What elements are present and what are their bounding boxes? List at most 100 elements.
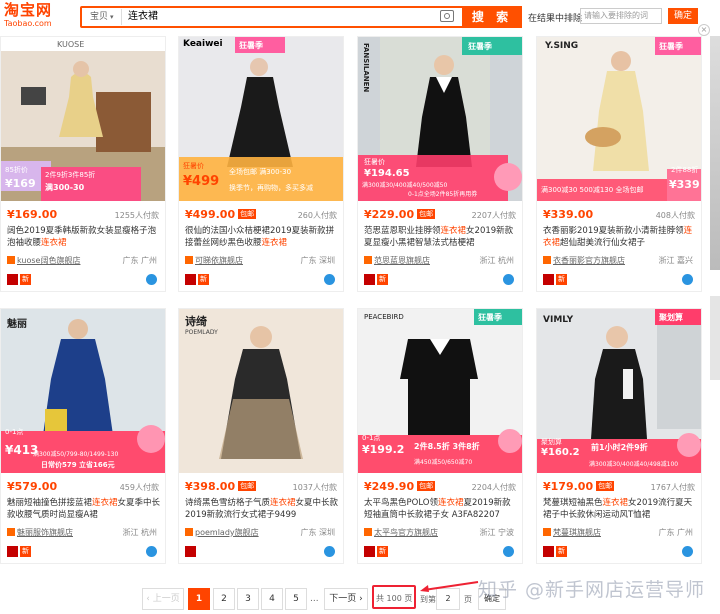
tmall-icon[interactable]	[185, 546, 196, 557]
exclude-confirm-button[interactable]: 确定	[668, 8, 698, 24]
new-icon[interactable]: 新	[377, 546, 388, 557]
product-image[interactable]: VIMLY 聚划算 聚划算 ¥160.2 前1小时2件9折 满300减30/40…	[537, 309, 701, 473]
product-title[interactable]: 太平鸟黑色POLO领连衣裙夏2019新款短袖直筒中长款裙子女 A3FA82207	[364, 497, 518, 521]
product-image[interactable]: KUOSE 85折价 2件9折3件85折 满300-30 ¥169	[1, 37, 165, 201]
new-icon[interactable]: 新	[20, 546, 31, 557]
wangwang-chat-icon[interactable]	[146, 546, 157, 557]
new-icon[interactable]: 新	[556, 274, 567, 285]
product-card[interactable]: Keaiwei 狂暑季 狂暑价 ¥499 全场包邮 满300-30 换季节，再购…	[178, 36, 344, 292]
page-button[interactable]: 2	[213, 588, 235, 610]
next-page-button[interactable]: 下一页 ›	[324, 588, 368, 610]
product-title[interactable]: 衣香丽影2019夏装新款小清新挂脖领连衣裙超仙甜美流行仙女裙子	[543, 225, 697, 249]
title-keyword: 连衣裙	[261, 238, 288, 248]
tmall-icon[interactable]	[185, 274, 196, 285]
search-button[interactable]: 搜 索	[462, 6, 522, 28]
wangwang-chat-icon[interactable]	[146, 274, 157, 285]
product-price: ¥249.90 包邮	[364, 480, 436, 493]
product-card[interactable]: VIMLY 聚划算 聚划算 ¥160.2 前1小时2件9折 满300减30/40…	[536, 308, 702, 564]
product-image[interactable]: FANSILANEN 狂暑季 狂暑价 ¥194.65 满300减30/400减4…	[358, 37, 522, 201]
title-text: 衣香丽影2019夏装新款小清新挂脖领	[543, 226, 684, 236]
product-title[interactable]: 范思蓝恩职业挂脖领连衣裙女2019新款夏显瘦小黑裙智慧法式桔梗裙	[364, 225, 518, 249]
title-text: 魅丽短袖撞色拼接蓝裙	[7, 498, 93, 508]
service-icons: 新	[185, 274, 211, 285]
promo-tag: 满300减30/400减40/498减100	[589, 461, 679, 468]
exclude-input[interactable]: 请输入要排除的词	[580, 8, 662, 24]
shop-icon	[543, 528, 551, 536]
product-title[interactable]: 很仙的法国小众桔梗裙2019夏装新款拼接蕾丝网纱黑色收腰连衣裙	[185, 225, 339, 249]
product-title[interactable]: 阔色2019夏季韩版新款女装显瘦格子泡泡袖收腰连衣裙	[7, 225, 161, 249]
search-input[interactable]: 连衣裙	[128, 9, 158, 25]
location: 浙江 杭州	[479, 256, 514, 265]
title-text: 诗绮黑色雪纺格子气质	[185, 498, 271, 508]
page-button[interactable]: 4	[261, 588, 283, 610]
new-icon[interactable]: 新	[556, 546, 567, 557]
product-image[interactable]: Y.SING 狂暑季 2件88折 ¥339 满300减30 500减130 全场…	[537, 37, 701, 201]
product-image[interactable]: 魅丽 0-1点 ¥413 满300减50/799-80/1499-130 日常价…	[1, 309, 165, 473]
title-text: 很仙的法国小众桔梗裙2019夏装新款拼接蕾丝网纱黑色收腰	[185, 226, 335, 248]
page-button[interactable]: 3	[237, 588, 259, 610]
watermark: 知乎 @新手网店运营导师	[478, 579, 706, 601]
prev-label: 上一页	[152, 594, 180, 604]
wangwang-chat-icon[interactable]	[682, 274, 693, 285]
title-text: 太平鸟黑色POLO领	[364, 498, 438, 508]
camera-icon[interactable]	[440, 10, 454, 22]
wangwang-chat-icon[interactable]	[324, 274, 335, 285]
shop-link[interactable]: kuose阔色旗舰店	[7, 255, 80, 266]
product-card[interactable]: Y.SING 狂暑季 2件88折 ¥339 满300减30 500减130 全场…	[536, 36, 702, 292]
tmall-icon[interactable]	[7, 274, 18, 285]
close-icon[interactable]: ×	[698, 24, 710, 36]
page-button[interactable]: 1	[188, 588, 210, 610]
shop-link[interactable]: poemlady旗舰店	[185, 527, 259, 538]
wangwang-chat-icon[interactable]	[503, 274, 514, 285]
tmall-icon[interactable]	[543, 274, 554, 285]
red-arrow-annotation	[420, 581, 479, 592]
tmall-icon[interactable]	[7, 546, 18, 557]
new-icon[interactable]: 新	[20, 274, 31, 285]
promo-tag: 全场包邮 满300-30	[229, 168, 292, 176]
free-shipping-badge: 包邮	[596, 481, 615, 491]
shop-link[interactable]: 可睇依旗舰店	[185, 255, 243, 266]
product-title[interactable]: 梵蔓琪短袖黑色连衣裙女2019流行夏天裙子中长款休闲运动风T恤裙	[543, 497, 697, 521]
shop-link[interactable]: 梵蔓琪旗舰店	[543, 527, 601, 538]
product-image[interactable]: 诗绮 POEMLADY	[179, 309, 343, 473]
new-icon[interactable]: 新	[198, 274, 209, 285]
wangwang-chat-icon[interactable]	[682, 546, 693, 557]
new-icon[interactable]: 新	[377, 274, 388, 285]
wangwang-chat-icon[interactable]	[503, 546, 514, 557]
product-title[interactable]: 魅丽短袖撞色拼接蓝裙连衣裙女夏季中长款收腰气质时尚显瘦A裙	[7, 497, 161, 521]
sold-count: 1037人付款	[292, 483, 337, 492]
shop-icon	[364, 528, 372, 536]
prev-page-button[interactable]: ‹ 上一页	[142, 588, 184, 610]
search-category-select[interactable]: 宝贝 ▾	[84, 9, 122, 25]
promo-tag: 2件9折3件85折	[45, 171, 96, 179]
promo-price: ¥160.2	[541, 447, 580, 458]
shop-link[interactable]: 衣香丽影官方旗舰店	[543, 255, 625, 266]
taobao-logo[interactable]: 淘宝网 Taobao.com	[4, 2, 64, 30]
product-image[interactable]: Keaiwei 狂暑季 狂暑价 ¥499 全场包邮 满300-30 换季节，再购…	[179, 37, 343, 201]
tmall-icon[interactable]	[543, 546, 554, 557]
price-value: ¥398.00	[185, 480, 236, 493]
location: 浙江 嘉兴	[658, 256, 693, 265]
wangwang-chat-icon[interactable]	[324, 546, 335, 557]
product-card[interactable]: 诗绮 POEMLADY ¥398.00 包邮 1037人付款 诗绮黑色雪纺格子气质…	[178, 308, 344, 564]
location: 广东 广州	[658, 528, 693, 537]
shop-link[interactable]: 太平鸟官方旗舰店	[364, 527, 438, 538]
product-card[interactable]: PEACEBIRD 狂暑季 0-1点 ¥199.2 2件8.5折 3件8折 满4…	[357, 308, 523, 564]
side-ad-strip-2[interactable]	[710, 296, 720, 380]
brand-sublabel: POEMLADY	[185, 329, 218, 336]
tmall-icon[interactable]	[364, 546, 375, 557]
brand-label: FANSILANEN	[362, 43, 370, 93]
shop-link[interactable]: 魅丽服饰旗舰店	[7, 527, 73, 538]
page-button[interactable]: 5	[285, 588, 307, 610]
product-card[interactable]: KUOSE 85折价 2件9折3件85折 满300-30 ¥169 ¥169.0…	[0, 36, 166, 292]
side-ad-strip[interactable]	[710, 36, 720, 270]
product-image[interactable]: PEACEBIRD 狂暑季 0-1点 ¥199.2 2件8.5折 3件8折 满4…	[358, 309, 522, 473]
product-card[interactable]: 魅丽 0-1点 ¥413 满300减50/799-80/1499-130 日常价…	[0, 308, 166, 564]
shop-icon	[185, 528, 193, 536]
product-title[interactable]: 诗绮黑色雪纺格子气质连衣裙女夏中长款2019新款流行女式裙子9499	[185, 497, 339, 521]
tmall-icon[interactable]	[364, 274, 375, 285]
free-shipping-badge: 包邮	[417, 481, 436, 491]
shop-link[interactable]: 范思蓝恩旗舰店	[364, 255, 430, 266]
shop-name: 梵蔓琪旗舰店	[553, 528, 601, 537]
product-card[interactable]: FANSILANEN 狂暑季 狂暑价 ¥194.65 满300减30/400减4…	[357, 36, 523, 292]
